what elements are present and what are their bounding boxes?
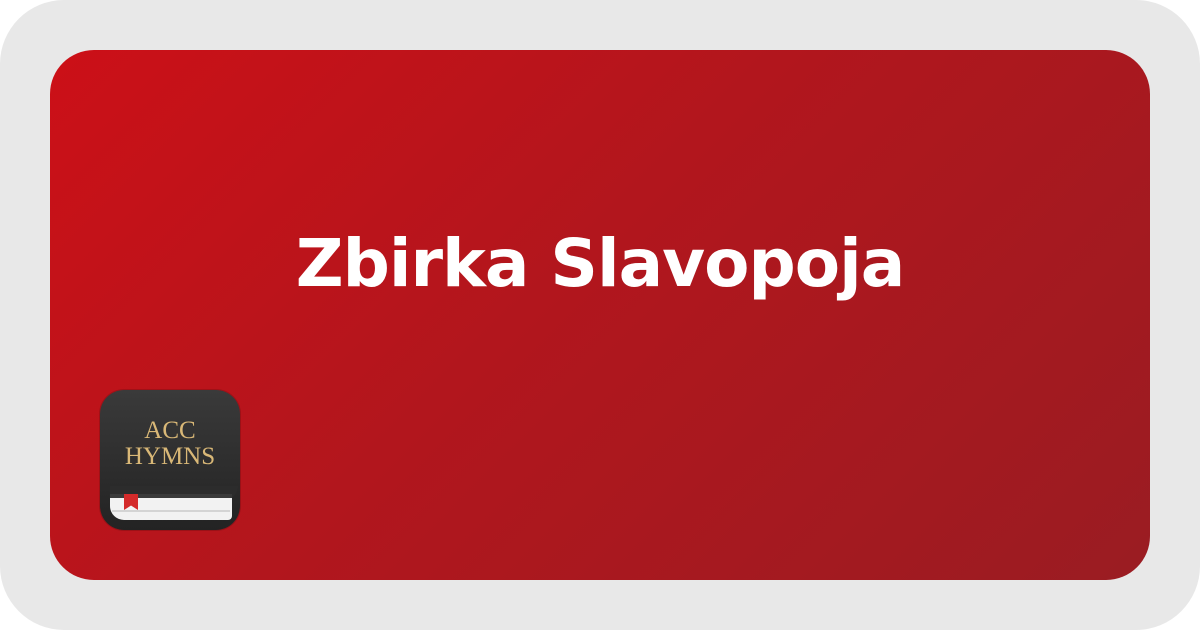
title-card: Zbirka Slavopoja ACC HYMNS [50,50,1150,580]
app-icon-label-line2: HYMNS [124,443,216,470]
hymn-book-icon: ACC HYMNS [100,390,240,530]
book-page-line [112,510,230,512]
page-title: Zbirka Slavopoja [295,225,906,302]
app-icon-label-line1: ACC [144,417,196,444]
outer-frame: Zbirka Slavopoja ACC HYMNS [0,0,1200,630]
